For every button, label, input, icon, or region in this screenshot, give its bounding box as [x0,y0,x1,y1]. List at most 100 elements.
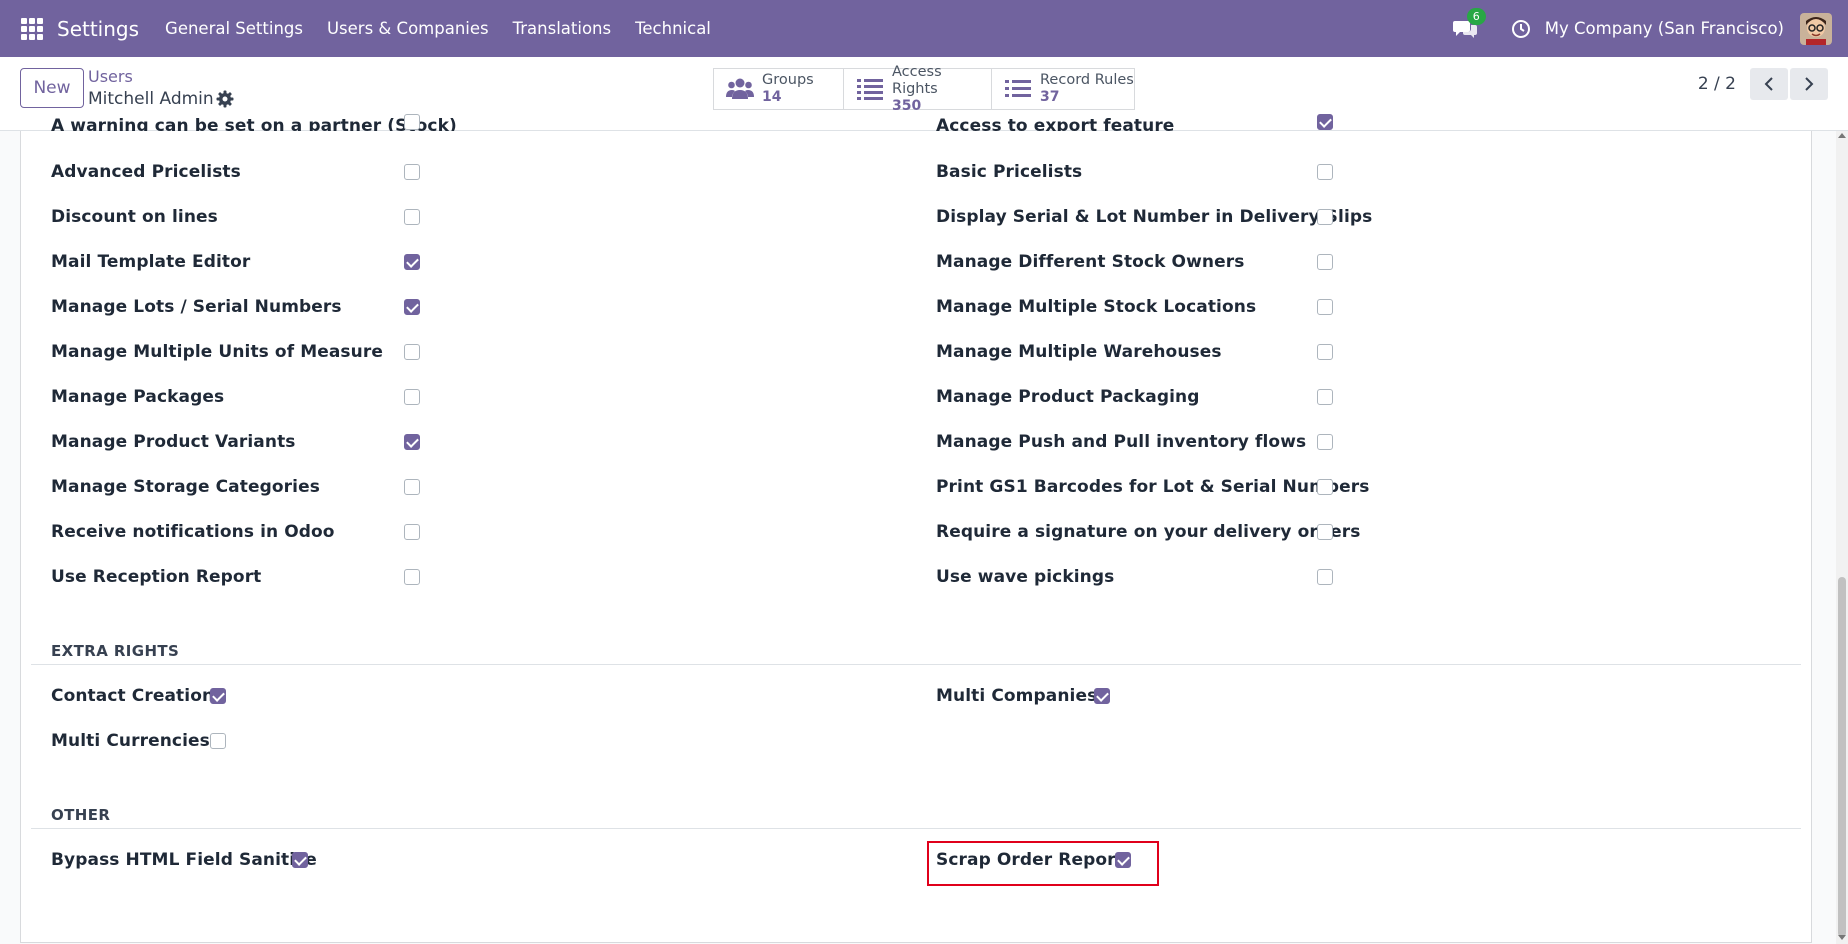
multiple-stock-locations-checkbox[interactable] [1317,299,1333,315]
setting-row: Use Reception Report [51,562,261,592]
setting-label: Print GS1 Barcodes for Lot & Serial Numb… [936,477,1370,497]
top-navbar: Settings General Settings Users & Compan… [0,0,1848,57]
setting-label: Manage Multiple Stock Locations [936,297,1257,317]
setting-label: Mail Template Editor [51,252,251,272]
setting-row: Manage Storage Categories [51,472,320,502]
setting-row: Multi Currencies [51,726,210,756]
section-divider [31,828,1801,829]
partial-left-label: A warning can be set on a partner (Stock… [51,116,457,131]
record-rules-label: Record Rules [1040,72,1134,88]
menu-technical[interactable]: Technical [635,19,711,38]
setting-row: Manage Product Variants [51,427,296,457]
messaging-icon[interactable]: 6 [1452,7,1486,40]
setting-label: Require a signature on your delivery ord… [936,522,1361,542]
setting-row: Receive notifications in Odoo [51,517,335,547]
setting-label: Manage Packages [51,387,225,407]
groups-smart-button[interactable]: Groups 14 [714,69,844,109]
different-stock-owners-checkbox[interactable] [1317,254,1333,270]
list-icon [856,77,884,101]
setting-row: Contact Creation [51,681,214,711]
setting-row: Manage Push and Pull inventory flows [936,427,1306,457]
groups-count: 14 [762,89,782,105]
setting-row: Discount on lines [51,202,218,232]
setting-row: Multi Companies [936,681,1097,711]
breadcrumb-users[interactable]: Users [88,67,133,86]
mail-template-editor-checkbox[interactable] [404,254,420,270]
pager-previous-button[interactable] [1750,68,1788,100]
reception-report-checkbox[interactable] [404,569,420,585]
setting-label: Basic Pricelists [936,162,1083,182]
menu-users-companies[interactable]: Users & Companies [327,19,489,38]
scroll-down-arrow-icon[interactable] [1838,935,1846,940]
scrollbar-thumb[interactable] [1838,577,1846,937]
setting-label: Use Reception Report [51,567,262,587]
basic-pricelists-checkbox[interactable] [1317,164,1333,180]
section-title-other: OTHER [51,806,111,824]
setting-row: Manage Packages [51,382,224,412]
partial-row-right: Access to export feature [936,114,1174,131]
smart-buttons: Groups 14 Access Rights 350 Record Rules… [713,64,1135,114]
setting-row: Manage Multiple Warehouses [936,337,1222,367]
storage-categories-checkbox[interactable] [404,479,420,495]
notifications-in-odoo-checkbox[interactable] [404,524,420,540]
partial-left-checkbox[interactable] [404,114,420,130]
manage-packages-checkbox[interactable] [404,389,420,405]
discount-on-lines-checkbox[interactable] [404,209,420,225]
multiple-units-checkbox[interactable] [404,344,420,360]
record-rules-smart-button[interactable]: Record Rules 37 [992,69,1134,109]
multiple-warehouses-checkbox[interactable] [1317,344,1333,360]
message-count-badge: 6 [1466,7,1486,25]
setting-row: Bypass HTML Field Sanitize [51,845,317,875]
setting-label: Manage Push and Pull inventory flows [936,432,1307,452]
setting-label: Multi Companies [936,686,1098,706]
gs1-barcodes-checkbox[interactable] [1317,479,1333,495]
setting-label: Display Serial & Lot Number in Delivery … [936,207,1373,227]
push-pull-flows-checkbox[interactable] [1317,434,1333,450]
setting-label: Manage Storage Categories [51,477,320,497]
highlight-box [927,841,1159,886]
pager-next-button[interactable] [1790,68,1828,100]
setting-label: Contact Creation [51,686,215,706]
setting-label: Manage Multiple Units of Measure [51,342,383,362]
setting-row: Display Serial & Lot Number in Delivery … [936,202,1372,232]
scroll-up-arrow-icon[interactable] [1838,133,1846,138]
setting-label: Bypass HTML Field Sanitize [51,850,317,870]
setting-row: Mail Template Editor [51,247,250,277]
advanced-pricelists-checkbox[interactable] [404,164,420,180]
multi-currencies-checkbox[interactable] [210,733,226,749]
user-avatar[interactable] [1800,12,1832,45]
section-divider [31,664,1801,665]
delivery-signature-checkbox[interactable] [1317,524,1333,540]
menu-general-settings[interactable]: General Settings [165,19,303,38]
multi-companies-checkbox[interactable] [1094,688,1110,704]
partial-row-clip: A warning can be set on a partner (Stock… [0,114,1830,131]
gear-icon[interactable] [216,90,234,108]
access-rights-smart-button[interactable]: Access Rights 350 [844,64,992,114]
wave-pickings-checkbox[interactable] [1317,569,1333,585]
display-serial-lot-checkbox[interactable] [1317,209,1333,225]
contact-creation-checkbox[interactable] [210,688,226,704]
partial-right-checkbox[interactable] [1317,114,1333,130]
chevron-left-icon [1764,77,1773,91]
company-switcher[interactable]: My Company (San Francisco) [1545,19,1784,38]
setting-label: Multi Currencies [51,731,210,751]
product-packaging-checkbox[interactable] [1317,389,1333,405]
section-title-extra-rights: EXTRA RIGHTS [51,642,180,660]
new-button[interactable]: New [20,68,84,108]
bypass-html-sanitize-checkbox[interactable] [292,852,308,868]
setting-label: Manage Multiple Warehouses [936,342,1222,362]
list-icon [1004,77,1032,101]
activity-clock-icon[interactable] [1511,19,1531,39]
app-name[interactable]: Settings [57,17,139,41]
menu-translations[interactable]: Translations [513,19,612,38]
setting-row: Manage Product Packaging [936,382,1200,412]
access-rights-count: 350 [892,97,922,114]
product-variants-checkbox[interactable] [404,434,420,450]
lots-serial-numbers-checkbox[interactable] [404,299,420,315]
setting-label: Manage Lots / Serial Numbers [51,297,342,317]
setting-label: Advanced Pricelists [51,162,241,182]
vertical-scrollbar[interactable] [1836,131,1848,944]
setting-row: Require a signature on your delivery ord… [936,517,1360,547]
pager-value[interactable]: 2 / 2 [1698,74,1736,94]
apps-menu-icon[interactable] [21,17,43,40]
